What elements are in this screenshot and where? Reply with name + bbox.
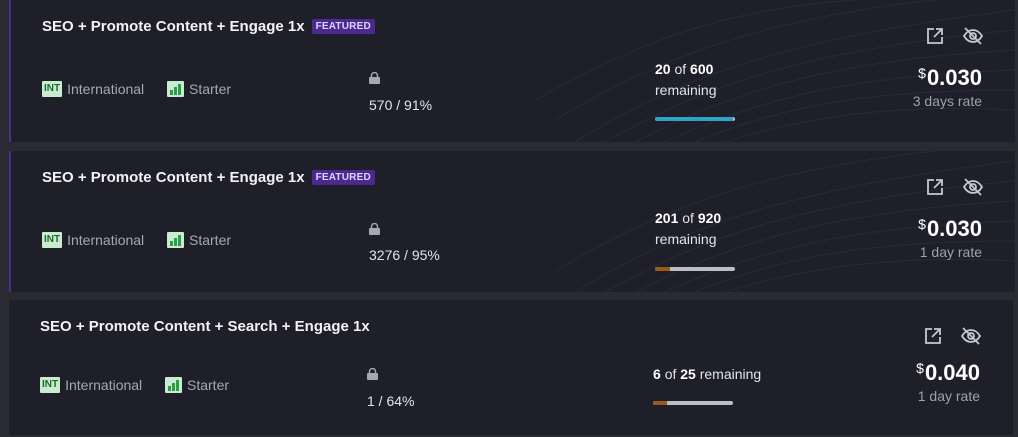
progress-fill	[653, 401, 667, 405]
progress-fill	[655, 267, 671, 271]
price-value: 0.030	[926, 65, 982, 90]
bar-chart-icon	[167, 232, 184, 248]
remaining-total: 25	[680, 366, 696, 382]
tier-tag: Starter	[165, 377, 229, 393]
members-stat: 570 / 91%	[369, 97, 433, 113]
offer-title-row: SEO + Promote Content + Engage 1x FEATUR…	[42, 18, 375, 35]
region-flag-icon: INT	[40, 377, 61, 393]
remaining-stat: 20 of 600 remaining	[655, 59, 716, 101]
region-tag: INT International	[42, 232, 144, 248]
eye-off-icon[interactable]	[962, 26, 984, 46]
lock-icon	[367, 368, 378, 380]
remaining-stat: 201 of 920 remaining	[655, 208, 721, 250]
remaining-count: 6	[653, 366, 661, 382]
remaining-total: 920	[697, 210, 722, 226]
offer-card[interactable]: SEO + Promote Content + Engage 1x FEATUR…	[9, 151, 1015, 292]
currency-symbol: $	[918, 65, 926, 81]
rate-label: 3 days rate	[912, 93, 982, 109]
offer-card[interactable]: SEO + Promote Content + Engage 1x FEATUR…	[9, 0, 1015, 142]
external-link-icon[interactable]	[925, 177, 945, 197]
remaining-of: of	[674, 61, 687, 77]
rate-label: 1 day rate	[919, 244, 982, 260]
remaining-of: of	[682, 210, 694, 226]
currency-symbol: $	[918, 216, 926, 232]
rate-label: 1 day rate	[917, 388, 980, 404]
external-link-icon[interactable]	[923, 326, 943, 346]
region-label: International	[65, 377, 143, 393]
bar-chart-icon	[165, 377, 182, 393]
remaining-progress-bar	[653, 401, 733, 405]
region-label: International	[67, 81, 145, 97]
remaining-progress-bar	[655, 267, 735, 271]
region-flag-icon: INT	[42, 81, 63, 97]
tier-tag: Starter	[167, 232, 231, 248]
lock-icon	[369, 72, 380, 84]
remaining-label: remaining	[655, 231, 717, 247]
remaining-progress-bar	[655, 117, 735, 121]
featured-badge: FEATURED	[311, 19, 375, 34]
offer-card[interactable]: SEO + Promote Content + Search + Engage …	[9, 300, 1013, 435]
remaining-of: of	[664, 366, 677, 382]
eye-off-icon[interactable]	[962, 177, 984, 197]
members-stat: 1 / 64%	[367, 393, 415, 409]
remaining-count: 201	[655, 210, 679, 226]
price-block: $0.030 3 days rate	[913, 65, 982, 109]
external-link-icon[interactable]	[925, 26, 945, 46]
price-block: $0.040 1 day rate	[916, 360, 980, 404]
tier-label: Starter	[189, 81, 232, 97]
price-block: $0.030 1 day rate	[918, 216, 982, 260]
tier-label: Starter	[189, 232, 232, 248]
price-value: 0.040	[924, 360, 980, 385]
region-label: International	[67, 232, 145, 248]
currency-symbol: $	[916, 360, 924, 376]
progress-fill	[655, 117, 733, 121]
tier-label: Starter	[187, 377, 230, 393]
offer-title-row: SEO + Promote Content + Search + Engage …	[40, 318, 370, 335]
remaining-label: remaining	[655, 82, 717, 98]
bar-chart-icon	[167, 81, 184, 97]
offer-title-row: SEO + Promote Content + Engage 1x FEATUR…	[42, 169, 375, 186]
remaining-total: 600	[690, 61, 714, 77]
members-stat: 3276 / 95%	[369, 247, 440, 263]
region-flag-icon: INT	[42, 232, 63, 248]
offer-title: SEO + Promote Content + Engage 1x	[42, 169, 305, 186]
remaining-count: 20	[655, 61, 671, 77]
offer-title: SEO + Promote Content + Engage 1x	[42, 18, 305, 35]
region-tag: INT International	[40, 377, 142, 393]
offer-title: SEO + Promote Content + Search + Engage …	[40, 318, 370, 335]
tier-tag: Starter	[167, 81, 231, 97]
remaining-stat: 6 of 25 remaining	[653, 364, 761, 385]
remaining-label: remaining	[699, 366, 762, 382]
eye-off-icon[interactable]	[960, 326, 982, 346]
lock-icon	[369, 223, 380, 235]
featured-badge: FEATURED	[311, 170, 375, 185]
region-tag: INT International	[42, 81, 144, 97]
price-value: 0.030	[926, 216, 982, 241]
